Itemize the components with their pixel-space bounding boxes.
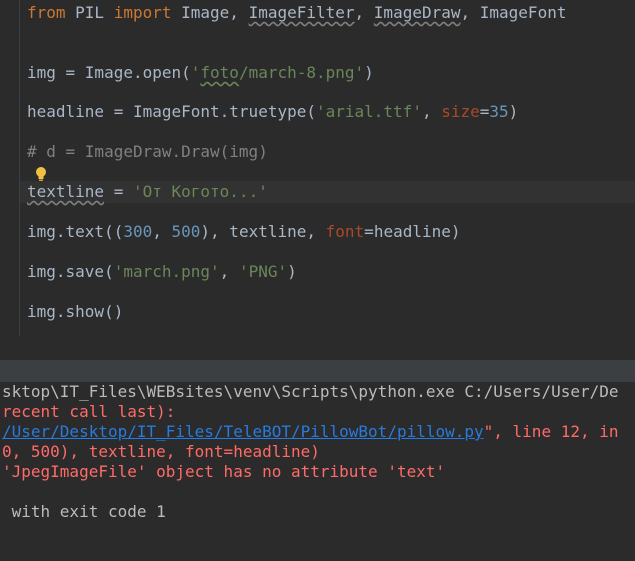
- code-line-textline[interactable]: textline = 'От Когото...': [27, 182, 268, 202]
- code-text: =: [479, 102, 490, 121]
- run-console[interactable]: sktop\IT_Files\WEBsites\venv\Scripts\pyt…: [0, 382, 635, 561]
- code-line-save[interactable]: img.save('march.png', 'PNG'): [27, 262, 297, 282]
- number-literal: 35: [489, 102, 509, 121]
- console-command-line: sktop\IT_Files\WEBsites\venv\Scripts\pyt…: [2, 382, 619, 401]
- keyword-from: from: [27, 3, 66, 22]
- code-text: ): [364, 63, 374, 82]
- code-text: =: [364, 222, 374, 241]
- string-quote: ': [354, 63, 365, 82]
- run-panel-header[interactable]: [0, 360, 635, 382]
- panel-divider: [0, 336, 635, 360]
- code-text: headline = ImageFont.truetype(: [27, 102, 316, 121]
- string-literal: 'PNG': [238, 262, 288, 281]
- unused-import-imagedraw: ImageDraw: [373, 3, 461, 22]
- editor-gutter-divider: [19, 0, 20, 336]
- code-text: =: [104, 182, 133, 201]
- code-text: img.text((: [27, 222, 124, 241]
- code-text: ): [287, 262, 297, 281]
- string-path: /march-8.png: [238, 63, 355, 82]
- code-line-show[interactable]: img.show(): [27, 302, 123, 322]
- import-imagefont: , ImageFont: [460, 3, 567, 22]
- number-literal: 300: [123, 222, 153, 241]
- code-text: img.show(): [27, 302, 124, 321]
- string-path-typo: foto: [200, 63, 239, 82]
- keyword-import: import: [113, 3, 172, 22]
- console-traceback-header: recent call last):: [2, 402, 176, 421]
- console-traceback-code: 0, 500), textline, font=headline): [2, 442, 320, 461]
- unused-import-imagefilter: ImageFilter: [248, 3, 355, 22]
- variable-textline: textline: [27, 182, 105, 201]
- string-quote: ': [190, 63, 201, 82]
- code-text: ,: [421, 102, 442, 121]
- param-name: size: [441, 102, 480, 121]
- param-name: font: [325, 222, 365, 241]
- lightbulb-icon[interactable]: [34, 166, 48, 182]
- module-name: PIL: [65, 3, 114, 22]
- code-text: ,: [152, 222, 172, 241]
- code-line-comment[interactable]: # d = ImageDraw.Draw(img): [27, 142, 268, 162]
- code-text: img.save(: [27, 262, 114, 281]
- code-line-open[interactable]: img = Image.open('foto/march-8.png'): [27, 63, 374, 83]
- code-text: ,: [219, 262, 239, 281]
- import-separator: ,: [354, 3, 374, 22]
- console-exit-message: with exit code 1: [2, 502, 166, 521]
- code-editor[interactable]: from PIL import Image, ImageFilter, Imag…: [0, 0, 635, 336]
- import-names: Image,: [171, 3, 249, 22]
- traceback-file-link[interactable]: /User/Desktop/IT_Files/TeleBOT/PillowBot…: [2, 422, 484, 441]
- string-literal: 'march.png': [113, 262, 220, 281]
- console-error-message: 'JpegImageFile' object has no attribute …: [2, 462, 446, 481]
- code-line-font[interactable]: headline = ImageFont.truetype('arial.ttf…: [27, 102, 518, 122]
- string-literal: 'От Когото...': [132, 182, 268, 201]
- comment-text: # d = ImageDraw.Draw(img): [27, 142, 268, 161]
- code-text: ): [508, 102, 519, 121]
- number-literal: 500: [171, 222, 201, 241]
- code-line-text-call[interactable]: img.text((300, 500), textline, font=head…: [27, 222, 461, 242]
- code-text: ), textline,: [200, 222, 326, 241]
- code-text: headline): [373, 222, 461, 241]
- console-traceback-file: /User/Desktop/IT_Files/TeleBOT/PillowBot…: [2, 422, 619, 442]
- code-line-import[interactable]: from PIL import Image, ImageFilter, Imag…: [27, 3, 566, 23]
- string-literal: 'arial.ttf': [315, 102, 422, 121]
- code-text: img = Image.open(: [27, 63, 191, 82]
- traceback-line-info: ", line 12, in: [483, 422, 619, 441]
